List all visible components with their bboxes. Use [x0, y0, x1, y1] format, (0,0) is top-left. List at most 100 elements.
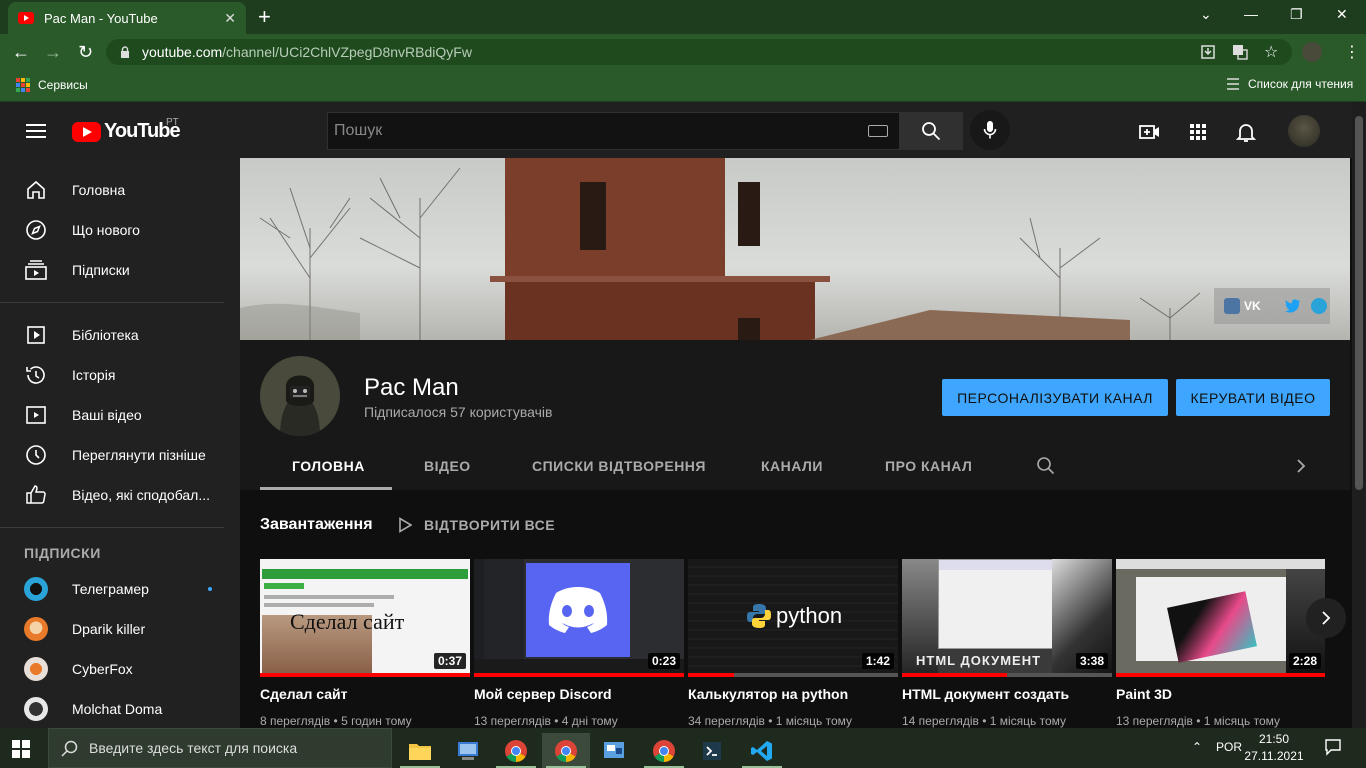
- sidebar-item-history[interactable]: Історія: [0, 355, 240, 395]
- video-duration: 2:28: [1288, 653, 1321, 669]
- taskbar-app-chrome-2[interactable]: [542, 733, 590, 768]
- sidebar-item-explore[interactable]: Що нового: [0, 210, 240, 250]
- reload-button[interactable]: ↻: [78, 42, 93, 63]
- video-title[interactable]: Paint 3D: [1116, 686, 1326, 702]
- channel-banner: [240, 158, 1350, 340]
- create-video-icon[interactable]: [1138, 120, 1162, 144]
- video-duration: 1:42: [861, 653, 894, 669]
- search-input[interactable]: Пошук: [327, 112, 900, 150]
- vk-link[interactable]: VK: [1224, 298, 1261, 314]
- channel-name: Pac Man: [364, 374, 459, 401]
- uploads-shelf-title[interactable]: Завантаження: [260, 516, 373, 534]
- taskbar-app-remote-desktop[interactable]: [590, 733, 638, 768]
- close-window-button[interactable]: ✕: [1336, 6, 1348, 23]
- play-all-button[interactable]: ВІДТВОРИТИ ВСЕ: [398, 517, 555, 533]
- video-thumbnail[interactable]: 0:23: [474, 559, 684, 677]
- customize-channel-button[interactable]: ПЕРСОНАЛІЗУВАТИ КАНАЛ: [942, 379, 1168, 416]
- taskbar-app-file-explorer[interactable]: [396, 733, 444, 768]
- channel-search-icon[interactable]: [1036, 456, 1056, 476]
- tab-about[interactable]: ПРО КАНАЛ: [885, 458, 972, 474]
- video-title[interactable]: Сделал сайт: [260, 686, 470, 702]
- shelf-next-button[interactable]: [1306, 598, 1346, 638]
- chrome-icon: [653, 739, 675, 762]
- sidebar-item-liked-videos[interactable]: Відео, які сподобал...: [0, 475, 240, 515]
- bookmark-services[interactable]: Сервисы: [38, 78, 88, 92]
- tabs-next-chevron-icon[interactable]: [1294, 458, 1308, 474]
- watch-later-icon: [26, 445, 46, 465]
- taskbar-app-chrome-1[interactable]: [492, 733, 540, 768]
- thumbnail-editor-toolbar: [939, 560, 1061, 570]
- apps-icon[interactable]: [1186, 120, 1210, 144]
- keyboard-icon[interactable]: [868, 125, 888, 137]
- tab-playlists[interactable]: СПИСКИ ВІДТВОРЕННЯ: [532, 458, 706, 474]
- avatar: [24, 697, 48, 721]
- tray-language[interactable]: POR: [1216, 740, 1242, 754]
- telegram-icon[interactable]: [1310, 298, 1327, 314]
- sidebar-item-your-videos[interactable]: Ваші відео: [0, 395, 240, 435]
- thumbnail-header-bar: [262, 569, 468, 579]
- taskbar-app-chrome-3[interactable]: [640, 733, 688, 768]
- guide-menu-icon[interactable]: [26, 124, 46, 138]
- sidebar-subscription-cyberfox[interactable]: CyberFox: [0, 649, 240, 689]
- reading-list-button[interactable]: Список для чтения: [1226, 77, 1353, 91]
- notifications-bell-icon[interactable]: [1234, 120, 1258, 144]
- apps-grid-icon[interactable]: [16, 78, 30, 92]
- tray-chevron-up-icon[interactable]: ⌃: [1192, 740, 1202, 754]
- sidebar-subscription-telegramer[interactable]: Телеграмер: [0, 569, 240, 609]
- address-bar[interactable]: youtube.com/channel/UCi2ChlVZpegD8nvRBdi…: [106, 39, 1292, 65]
- translate-icon[interactable]: [1232, 44, 1248, 60]
- windows-start-icon[interactable]: [12, 740, 30, 758]
- install-icon[interactable]: [1200, 44, 1216, 60]
- browser-menu-icon[interactable]: ⋮: [1344, 42, 1360, 62]
- sidebar-item-watch-later[interactable]: Переглянути пізніше: [0, 435, 240, 475]
- video-title[interactable]: Мой сервер Discord: [474, 686, 684, 702]
- back-button[interactable]: ←: [12, 42, 30, 63]
- tab-videos[interactable]: ВІДЕО: [424, 458, 471, 474]
- video-title[interactable]: HTML документ создать: [902, 686, 1112, 702]
- channel-avatar: [260, 356, 340, 436]
- taskbar-app-control-panel[interactable]: [444, 733, 492, 768]
- tab-close-icon[interactable]: ✕: [224, 10, 236, 27]
- youtube-logo[interactable]: YouTube: [72, 120, 181, 143]
- sidebar-subscription-dparik-killer[interactable]: Dparik killer: [0, 609, 240, 649]
- notification-center-icon[interactable]: [1324, 738, 1342, 756]
- video-thumbnail[interactable]: python 1:42: [688, 559, 898, 677]
- video-meta: 14 переглядів • 1 місяць тому: [902, 714, 1067, 728]
- account-avatar[interactable]: [1288, 115, 1320, 147]
- reading-list-icon: [1227, 78, 1239, 90]
- scrollbar-thumb[interactable]: [1355, 116, 1363, 490]
- browser-tab[interactable]: Pac Man - YouTube ✕: [8, 2, 246, 34]
- profile-avatar[interactable]: [1302, 42, 1322, 62]
- tab-search-icon[interactable]: ⌄: [1200, 6, 1212, 23]
- thumbnail-text-line: [264, 595, 394, 599]
- bookmark-star-icon[interactable]: ☆: [1264, 42, 1278, 62]
- manage-videos-button[interactable]: КЕРУВАТИ ВІДЕО: [1176, 379, 1330, 416]
- home-icon: [27, 180, 45, 199]
- video-thumbnail[interactable]: 2:28: [1116, 559, 1325, 677]
- minimize-button[interactable]: —: [1244, 6, 1258, 22]
- new-tab-button[interactable]: +: [258, 4, 271, 30]
- tab-home[interactable]: ГОЛОВНА: [292, 458, 365, 474]
- restore-button[interactable]: ❐: [1290, 6, 1303, 23]
- voice-search-button[interactable]: [970, 110, 1010, 150]
- tab-channels[interactable]: КАНАЛИ: [761, 458, 823, 474]
- taskbar-app-terminal[interactable]: [688, 733, 736, 768]
- forward-button[interactable]: →: [44, 42, 62, 63]
- twitter-icon[interactable]: [1284, 299, 1301, 313]
- video-title[interactable]: Калькулятор на python: [688, 686, 898, 702]
- sidebar-subscription-molchat-doma[interactable]: Molchat Doma: [0, 689, 240, 729]
- subscription-name: CyberFox: [72, 661, 133, 677]
- taskbar-search-input[interactable]: Введите здесь текст для поиска: [48, 728, 392, 768]
- sidebar-divider: [0, 302, 224, 303]
- video-thumbnail[interactable]: Сделал сайт 0:37: [260, 559, 470, 677]
- sidebar-item-library[interactable]: Бібліотека: [0, 315, 240, 355]
- sidebar-item-subscriptions[interactable]: Підписки: [0, 250, 240, 290]
- video-thumbnail[interactable]: HTML ДОКУМЕНТ 3:38: [902, 559, 1112, 677]
- sidebar-item-home[interactable]: Головна: [0, 170, 240, 210]
- python-logo-icon: [747, 604, 771, 628]
- taskbar-app-vscode[interactable]: [738, 733, 786, 768]
- sidebar-item-label: Ваші відео: [72, 407, 142, 423]
- tray-clock[interactable]: 21:50 27.11.2021: [1244, 731, 1304, 765]
- chevron-right-icon: [1322, 611, 1331, 625]
- search-button[interactable]: [899, 112, 963, 150]
